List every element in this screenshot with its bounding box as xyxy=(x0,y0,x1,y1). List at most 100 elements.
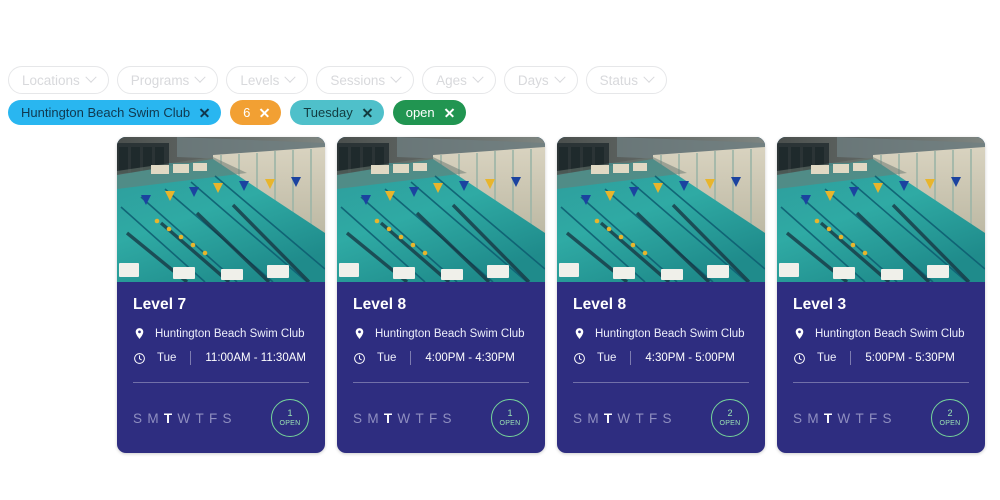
open-spots-badge[interactable]: 1 OPEN xyxy=(491,399,529,437)
day-letter-5: F xyxy=(429,410,438,426)
class-card-body: Level 8 Huntington Beach Swim Club Tue 4… xyxy=(337,282,545,453)
class-day-text: Tue xyxy=(377,352,397,364)
clock-icon xyxy=(573,352,586,365)
class-card[interactable]: Level 3 Huntington Beach Swim Club Tue 5… xyxy=(777,137,985,453)
card-footer: SMTWTFS 1 OPEN xyxy=(133,383,309,437)
chip-label: Tuesday xyxy=(303,105,353,120)
filter-dropdown-locations[interactable]: Locations xyxy=(8,66,109,94)
chevron-down-icon xyxy=(194,71,206,83)
day-letter-4: T xyxy=(195,410,204,426)
time-separator xyxy=(410,351,412,365)
open-spots-label: OPEN xyxy=(279,420,301,427)
class-card-body: Level 8 Huntington Beach Swim Club Tue 4… xyxy=(557,282,765,453)
class-card-body: Level 7 Huntington Beach Swim Club Tue 1… xyxy=(117,282,325,453)
time-separator xyxy=(190,351,192,365)
filter-dropdown-label: Levels xyxy=(240,72,280,88)
day-letter-5: F xyxy=(869,410,878,426)
class-location-row: Huntington Beach Swim Club xyxy=(353,327,529,340)
day-letter-1: M xyxy=(587,410,599,426)
map-pin-icon xyxy=(793,327,806,340)
class-card-photo xyxy=(777,137,985,282)
open-spots-count: 1 xyxy=(287,408,293,418)
day-letter-0: S xyxy=(793,410,803,426)
class-time-range: 5:00PM - 5:30PM xyxy=(865,352,955,364)
day-letter-0: S xyxy=(133,410,143,426)
map-pin-icon xyxy=(573,327,586,340)
day-letter-1: M xyxy=(367,410,379,426)
day-letter-2-active: T xyxy=(823,410,833,426)
filter-dropdown-bar: Locations Programs Levels Sessions Ages Days S… xyxy=(8,66,667,94)
filter-dropdown-programs[interactable]: Programs xyxy=(116,66,219,94)
class-card[interactable]: Level 8 Huntington Beach Swim Club Tue 4… xyxy=(337,137,545,453)
class-location-row: Huntington Beach Swim Club xyxy=(573,327,749,340)
class-card[interactable]: Level 8 Huntington Beach Swim Club Tue 4… xyxy=(557,137,765,453)
class-location-row: Huntington Beach Swim Club xyxy=(133,327,309,340)
card-footer: SMTWTFS 2 OPEN xyxy=(573,383,749,437)
class-card-photo xyxy=(337,137,545,282)
class-level-title: Level 8 xyxy=(353,296,407,313)
filter-dropdown-days[interactable]: Days xyxy=(503,66,578,94)
class-location-text: Huntington Beach Swim Club xyxy=(815,327,965,340)
active-filter-chip-day[interactable]: Tuesday xyxy=(290,100,384,125)
class-level-title: Level 8 xyxy=(573,296,627,313)
time-separator xyxy=(630,351,632,365)
filter-dropdown-sessions[interactable]: Sessions xyxy=(316,66,415,94)
day-letter-0: S xyxy=(353,410,363,426)
open-spots-badge[interactable]: 2 OPEN xyxy=(711,399,749,437)
chevron-down-icon xyxy=(643,71,655,83)
chevron-down-icon xyxy=(554,71,566,83)
day-letter-3: W xyxy=(837,410,851,426)
filter-dropdown-status[interactable]: Status xyxy=(585,66,667,94)
day-letter-3: W xyxy=(397,410,411,426)
filter-dropdown-label: Locations xyxy=(22,72,80,88)
open-spots-badge[interactable]: 1 OPEN xyxy=(271,399,309,437)
map-pin-icon xyxy=(133,327,146,340)
clock-icon xyxy=(793,352,806,365)
card-footer: SMTWTFS 1 OPEN xyxy=(353,383,529,437)
day-letter-1: M xyxy=(147,410,159,426)
pool-photo-graphic xyxy=(117,137,325,282)
open-spots-badge[interactable]: 2 OPEN xyxy=(931,399,969,437)
day-letter-5: F xyxy=(209,410,218,426)
chip-label: open xyxy=(405,105,435,120)
class-card[interactable]: Level 7 Huntington Beach Swim Club Tue 1… xyxy=(117,137,325,453)
open-spots-label: OPEN xyxy=(719,420,741,427)
day-letter-6: S xyxy=(442,410,452,426)
close-icon[interactable] xyxy=(444,107,455,118)
class-time-row: Tue 11:00AM - 11:30AM xyxy=(133,351,309,365)
active-filter-chip-bar: Huntington Beach Swim Club 6 Tuesday open xyxy=(8,100,466,125)
active-filter-chip-age[interactable]: 6 xyxy=(230,100,282,125)
pool-photo-graphic xyxy=(557,137,765,282)
days-of-week-row: SMTWTFS xyxy=(353,411,452,426)
filter-dropdown-levels[interactable]: Levels xyxy=(226,66,309,94)
day-letter-3: W xyxy=(617,410,631,426)
class-location-row: Huntington Beach Swim Club xyxy=(793,327,969,340)
class-card-photo xyxy=(557,137,765,282)
day-letter-2-active: T xyxy=(603,410,613,426)
filter-dropdown-ages[interactable]: Ages xyxy=(422,66,496,94)
open-spots-label: OPEN xyxy=(499,420,521,427)
schedule-results-page: Locations Programs Levels Sessions Ages Days S… xyxy=(0,0,1000,500)
filter-dropdown-label: Status xyxy=(599,72,638,88)
class-time-row: Tue 5:00PM - 5:30PM xyxy=(793,351,969,365)
day-letter-1: M xyxy=(807,410,819,426)
day-letter-6: S xyxy=(662,410,672,426)
open-spots-label: OPEN xyxy=(939,420,961,427)
class-location-text: Huntington Beach Swim Club xyxy=(595,327,745,340)
close-icon[interactable] xyxy=(259,107,270,118)
days-of-week-row: SMTWTFS xyxy=(793,411,892,426)
pool-photo-graphic xyxy=(337,137,545,282)
day-letter-4: T xyxy=(855,410,864,426)
class-day-text: Tue xyxy=(597,352,617,364)
filter-dropdown-label: Programs xyxy=(130,72,190,88)
days-of-week-row: SMTWTFS xyxy=(133,411,232,426)
class-level-title: Level 3 xyxy=(793,296,847,313)
day-letter-2-active: T xyxy=(163,410,173,426)
close-icon[interactable] xyxy=(362,107,373,118)
class-location-text: Huntington Beach Swim Club xyxy=(155,327,305,340)
active-filter-chip-status[interactable]: open xyxy=(392,100,466,125)
active-filter-chip-location[interactable]: Huntington Beach Swim Club xyxy=(8,100,222,125)
class-time-range: 4:30PM - 5:00PM xyxy=(645,352,735,364)
open-spots-count: 2 xyxy=(727,408,733,418)
close-icon[interactable] xyxy=(199,107,210,118)
